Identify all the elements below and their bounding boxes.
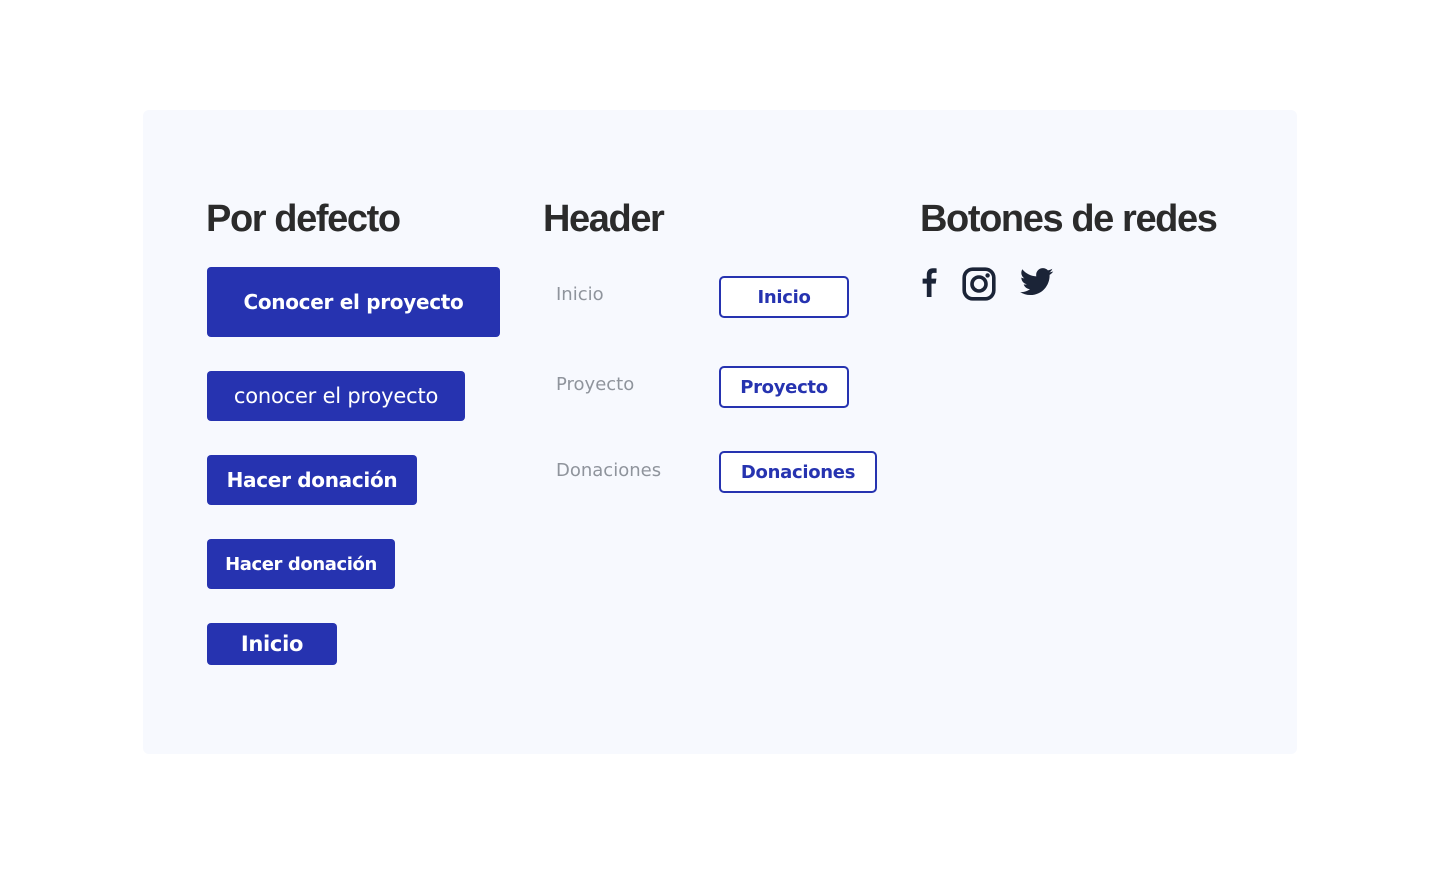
hacer-donacion-button-small[interactable]: Hacer donación bbox=[207, 539, 395, 589]
header-button-proyecto[interactable]: Proyecto bbox=[719, 366, 849, 408]
inicio-button[interactable]: Inicio bbox=[207, 623, 337, 665]
header-link-inicio[interactable]: Inicio bbox=[556, 283, 604, 307]
hacer-donacion-button-large[interactable]: Hacer donación bbox=[207, 455, 417, 505]
header-link-proyecto[interactable]: Proyecto bbox=[556, 373, 634, 397]
section-title-default: Por defecto bbox=[206, 198, 401, 240]
instagram-icon[interactable] bbox=[962, 267, 996, 301]
conocer-proyecto-button-regular[interactable]: conocer el proyecto bbox=[207, 371, 465, 421]
header-button-donaciones[interactable]: Donaciones bbox=[719, 451, 877, 493]
header-button-inicio[interactable]: Inicio bbox=[719, 276, 849, 318]
section-title-header: Header bbox=[543, 198, 665, 240]
twitter-icon[interactable] bbox=[1020, 268, 1054, 296]
facebook-icon[interactable] bbox=[921, 267, 937, 297]
conocer-proyecto-button-large[interactable]: Conocer el proyecto bbox=[207, 267, 500, 337]
header-link-donaciones[interactable]: Donaciones bbox=[556, 459, 661, 483]
section-title-social: Botones de redes bbox=[920, 198, 1218, 240]
